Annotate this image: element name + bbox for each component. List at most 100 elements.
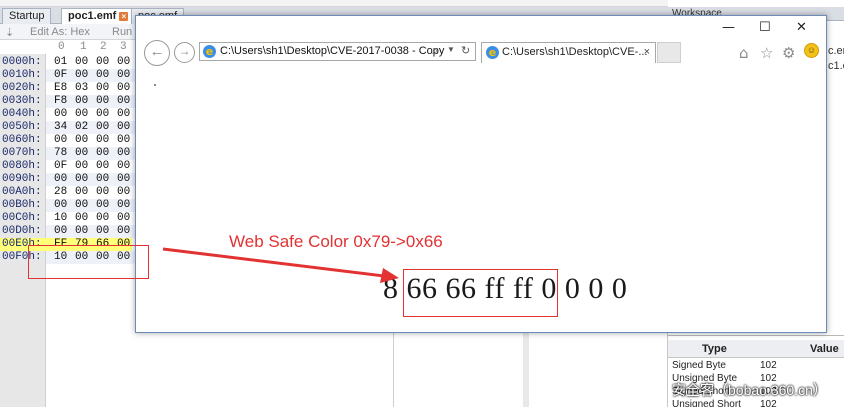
hex-byte[interactable]: 00 [117, 82, 135, 95]
column-index: 0 [58, 41, 65, 53]
hex-highlight-box [28, 245, 149, 279]
hex-byte[interactable]: 00 [96, 160, 114, 173]
inspector-row[interactable]: Signed Byte 102 [668, 360, 844, 373]
row-address: 0010h: [2, 69, 42, 81]
hex-byte[interactable]: 00 [96, 173, 114, 186]
hex-byte[interactable]: 00 [75, 69, 93, 82]
hex-byte[interactable]: 00 [117, 134, 135, 147]
hex-byte[interactable]: 00 [117, 95, 135, 108]
editor-top-strip [0, 0, 668, 7]
hex-byte[interactable]: 00 [117, 173, 135, 186]
browser-toolbar: ← → e C:\Users\sh1\Desktop\CVE-2017-0038… [136, 16, 826, 68]
column-index: 3 [120, 41, 127, 53]
hex-byte[interactable]: 00 [96, 95, 114, 108]
edit-as-button[interactable]: Edit As: Hex [30, 26, 90, 38]
new-tab-button[interactable] [657, 42, 681, 63]
close-tab-icon[interactable]: × [644, 43, 650, 62]
close-tab-icon[interactable]: × [119, 12, 129, 21]
hex-byte[interactable]: 00 [96, 212, 114, 225]
hex-byte[interactable]: 00 [75, 108, 93, 121]
hex-byte[interactable]: E8 [54, 82, 72, 95]
hex-byte[interactable]: 00 [75, 95, 93, 108]
hex-byte[interactable]: 00 [75, 134, 93, 147]
hex-byte[interactable]: 34 [54, 121, 72, 134]
close-window-icon[interactable]: ✕ [796, 20, 807, 35]
type-column-header: Type [702, 343, 727, 355]
row-address: 0090h: [2, 173, 42, 185]
feedback-smiley-icon[interactable]: ☺ [804, 43, 819, 58]
hex-byte[interactable]: 00 [75, 56, 93, 69]
row-address: 0080h: [2, 160, 42, 172]
hex-byte[interactable]: 00 [117, 56, 135, 69]
hex-byte[interactable]: 00 [96, 121, 114, 134]
hex-byte[interactable]: 00 [96, 108, 114, 121]
content-dot [154, 84, 156, 86]
favorites-star-icon[interactable]: ☆ [760, 44, 773, 62]
hex-byte[interactable]: 00 [75, 199, 93, 212]
hex-byte[interactable]: 00 [75, 147, 93, 160]
forward-button[interactable]: → [174, 42, 195, 63]
hex-byte[interactable]: 00 [117, 160, 135, 173]
hex-byte[interactable]: 00 [96, 69, 114, 82]
inspector-row[interactable]: Unsigned Short 102 [668, 399, 844, 407]
hex-byte[interactable]: 0F [54, 69, 72, 82]
hex-byte[interactable]: 00 [117, 121, 135, 134]
row-address: 0000h: [2, 56, 42, 68]
hex-byte[interactable]: 03 [75, 82, 93, 95]
tab-startup[interactable]: Startup [2, 8, 52, 24]
workspace-file[interactable]: c.em [828, 45, 844, 57]
annotation-note: Web Safe Color 0x79->0x66 [229, 232, 443, 251]
refresh-icon[interactable]: ↻ [461, 44, 470, 57]
row-address: 00B0h: [2, 199, 42, 211]
hex-byte[interactable]: 00 [117, 69, 135, 82]
hex-byte[interactable]: 00 [54, 225, 72, 238]
hex-byte[interactable]: 00 [117, 225, 135, 238]
hex-byte[interactable]: 00 [96, 56, 114, 69]
ie-logo-icon: e [203, 45, 216, 58]
workspace-file[interactable]: c1.e [828, 60, 844, 72]
row-address: 00A0h: [2, 186, 42, 198]
hex-byte[interactable]: 00 [96, 134, 114, 147]
hex-byte[interactable]: 00 [75, 160, 93, 173]
minimize-icon[interactable]: — [722, 20, 735, 35]
tab-label: Startup [9, 10, 45, 22]
hex-byte[interactable]: 00 [96, 225, 114, 238]
hex-byte[interactable]: 00 [54, 134, 72, 147]
hex-byte[interactable]: 78 [54, 147, 72, 160]
back-button[interactable]: ← [144, 40, 170, 66]
forward-arrow-icon: → [178, 44, 191, 58]
hex-byte[interactable]: 10 [54, 212, 72, 225]
tab-ie-icon: e [486, 46, 499, 59]
hex-byte[interactable]: 00 [117, 147, 135, 160]
hex-byte[interactable]: 02 [75, 121, 93, 134]
dropdown-arrow-icon[interactable]: ▼ [447, 45, 455, 54]
hex-byte[interactable]: 00 [117, 108, 135, 121]
hex-byte[interactable]: 00 [54, 199, 72, 212]
search-icon[interactable]: ⌕ [432, 45, 438, 58]
hex-byte[interactable]: 00 [75, 173, 93, 186]
hex-byte[interactable]: 00 [96, 186, 114, 199]
maximize-icon[interactable]: ☐ [759, 20, 771, 35]
hex-byte[interactable]: 00 [75, 186, 93, 199]
hex-byte[interactable]: 00 [54, 173, 72, 186]
hex-byte[interactable]: 00 [54, 108, 72, 121]
dropdown-icon[interactable]: ⇣ [5, 26, 14, 39]
hex-byte[interactable]: 01 [54, 56, 72, 69]
row-address: 0070h: [2, 147, 42, 159]
hex-byte[interactable]: 00 [96, 82, 114, 95]
hex-byte[interactable]: 00 [117, 186, 135, 199]
hex-byte[interactable]: F8 [54, 95, 72, 108]
hex-byte[interactable]: 00 [75, 212, 93, 225]
hex-byte[interactable]: 0F [54, 160, 72, 173]
settings-gear-icon[interactable]: ⚙ [782, 44, 795, 62]
browser-tab[interactable]: e C:\Users\sh1\Desktop\CVE-... × [481, 42, 656, 63]
hex-byte[interactable]: 00 [117, 199, 135, 212]
hex-byte[interactable]: 00 [96, 147, 114, 160]
hex-byte[interactable]: 00 [117, 212, 135, 225]
hex-byte[interactable]: 00 [75, 225, 93, 238]
home-icon[interactable]: ⌂ [739, 44, 749, 62]
hex-byte[interactable]: 00 [96, 199, 114, 212]
tab-poc1-emf[interactable]: poc1.emf × [61, 8, 136, 24]
hex-byte[interactable]: 28 [54, 186, 72, 199]
watermark: 安全客（bobao.360.cn） [672, 382, 827, 398]
